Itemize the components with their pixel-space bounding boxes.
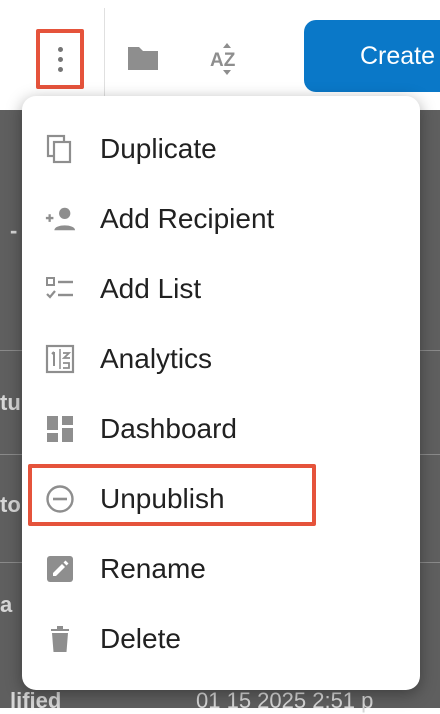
add-person-icon (45, 207, 76, 231)
toolbar: AZ Create (0, 0, 440, 110)
more-vert-icon (57, 46, 63, 72)
background-row-text: a (0, 592, 13, 617)
sort-az-icon[interactable]: AZ (206, 42, 246, 76)
menu-item-rename[interactable]: Rename (22, 534, 420, 604)
unpublish-highlight-box (28, 464, 316, 526)
menu-item-label: Delete (100, 623, 181, 654)
menu-item-add-list[interactable]: Add List (22, 254, 420, 324)
more-options-button[interactable] (36, 29, 84, 89)
menu-item-analytics[interactable]: Analytics (22, 324, 420, 394)
menu-item-label: Rename (100, 553, 206, 584)
dashboard-icon (47, 416, 73, 442)
edit-icon (47, 556, 73, 582)
menu-item-label: Add List (100, 273, 202, 304)
duplicate-icon (46, 134, 72, 164)
folder-icon[interactable] (126, 44, 160, 72)
background-date-text: 01 15 2025 2:51 p (196, 688, 374, 713)
checklist-icon (46, 277, 73, 299)
background-row-text: to (0, 492, 21, 517)
svg-text:AZ: AZ (210, 50, 236, 71)
menu-item-delete[interactable]: Delete (22, 604, 420, 674)
background-row-text: lified (10, 688, 62, 713)
menu-item-label: Add Recipient (100, 203, 275, 234)
menu-item-label: Analytics (100, 343, 213, 374)
menu-item-dashboard[interactable]: Dashboard (22, 394, 420, 464)
trash-icon (51, 626, 69, 652)
more-options-menu: Duplicate Add Recipient Add List Analyti… (22, 96, 420, 690)
menu-item-duplicate[interactable]: Duplicate (22, 114, 420, 184)
toolbar-divider (104, 8, 105, 102)
menu-item-label: Dashboard (100, 413, 237, 444)
create-button[interactable]: Create (304, 20, 440, 92)
background-dash: - (10, 218, 18, 243)
background-row-text: tu (0, 390, 21, 415)
menu-item-add-recipient[interactable]: Add Recipient (22, 184, 420, 254)
menu-item-label: Duplicate (100, 133, 217, 164)
analytics-icon (45, 344, 75, 374)
